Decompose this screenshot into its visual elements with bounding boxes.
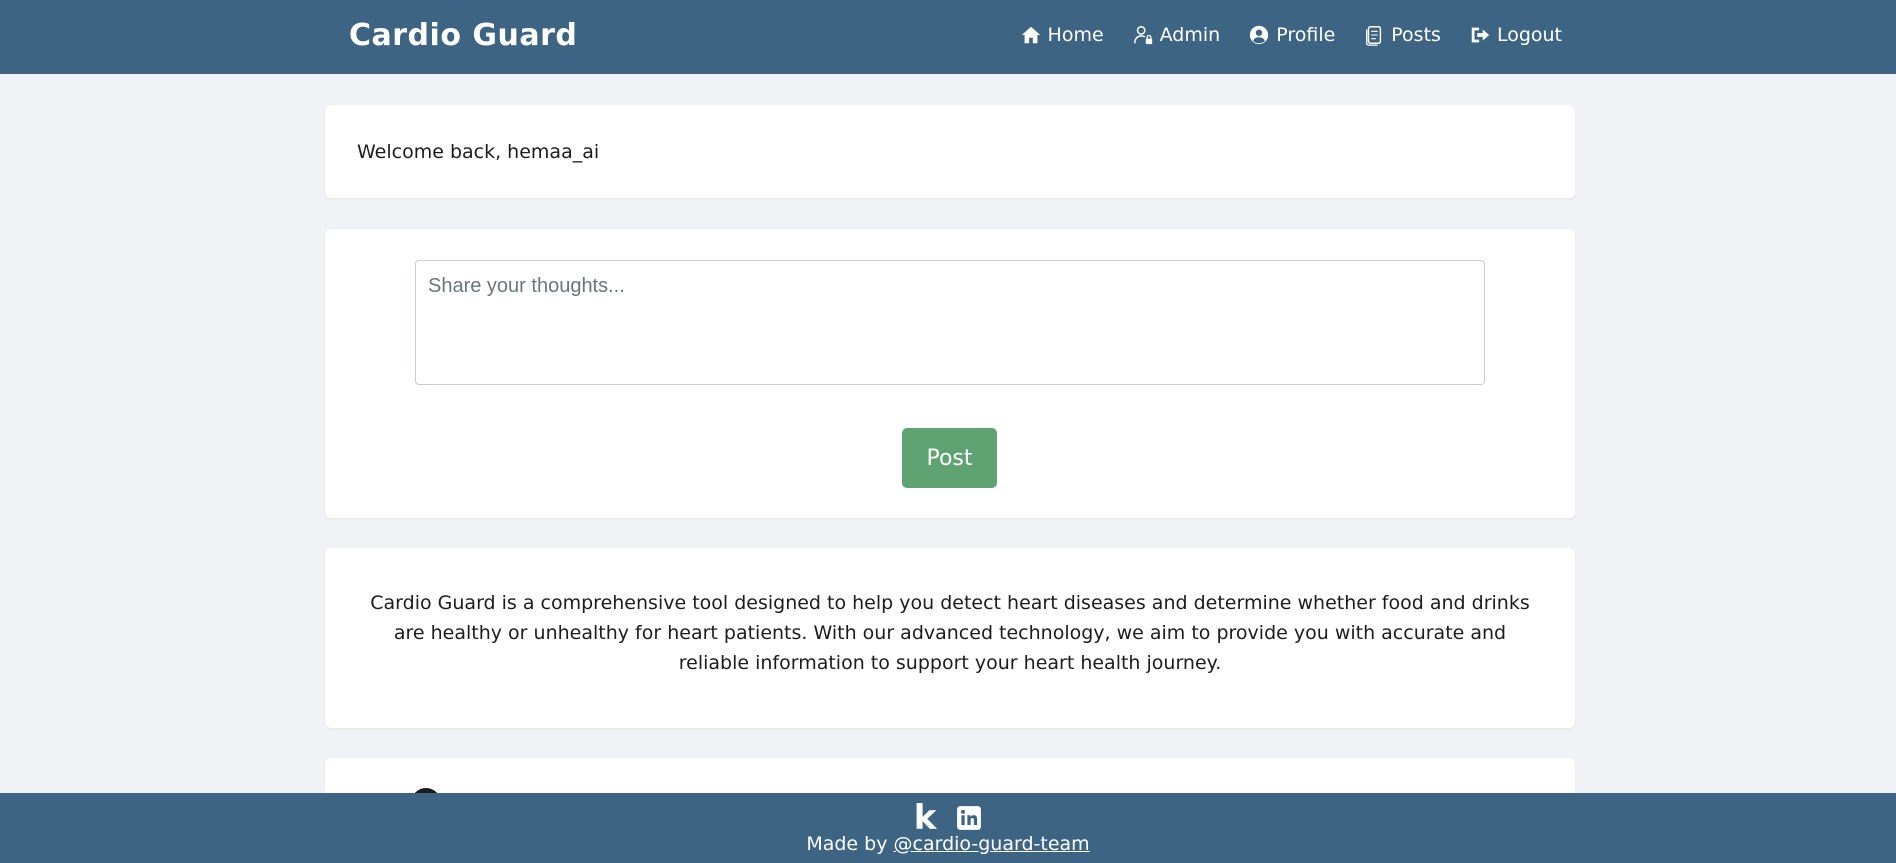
nav-posts[interactable]: Posts (1363, 24, 1441, 46)
post-button[interactable]: Post (902, 428, 997, 488)
nav-home[interactable]: Home (1020, 24, 1104, 46)
nav-admin[interactable]: Admin (1132, 24, 1221, 46)
linkedin-icon[interactable] (956, 805, 982, 831)
footer-credit: Made by @cardio-guard-team (0, 833, 1896, 855)
nav-logout-label: Logout (1496, 24, 1562, 46)
kaggle-icon[interactable]: k (914, 799, 937, 837)
nav-profile-label: Profile (1276, 24, 1336, 46)
footer-credit-link[interactable]: @cardio-guard-team (894, 833, 1090, 855)
welcome-card: Welcome back, hemaa_ai (325, 105, 1575, 198)
admin-user-lock-icon (1133, 26, 1152, 45)
nav-admin-label: Admin (1159, 24, 1221, 46)
clipboard-icon (1366, 26, 1382, 46)
nav-profile[interactable]: Profile (1248, 24, 1335, 46)
footer-credit-prefix: Made by (806, 833, 894, 855)
nav-posts-label: Posts (1391, 24, 1441, 46)
post-input[interactable] (415, 260, 1485, 385)
post-composer-card: Post (325, 229, 1575, 518)
sign-out-icon (1471, 27, 1490, 43)
user-circle-icon (1250, 25, 1269, 45)
navbar: Cardio Guard Home Admin Profile Posts Lo… (0, 0, 1896, 74)
about-card: Cardio Guard is a comprehensive tool des… (325, 548, 1575, 728)
about-description: Cardio Guard is a comprehensive tool des… (370, 592, 1530, 674)
nav-links: Home Admin Profile Posts Logout (1020, 24, 1562, 46)
nav-logout[interactable]: Logout (1469, 24, 1562, 46)
nav-home-label: Home (1047, 24, 1104, 46)
brand-logo[interactable]: Cardio Guard (349, 18, 577, 53)
footer-social-links: k (0, 799, 1896, 837)
home-icon (1021, 26, 1040, 44)
welcome-message: Welcome back, hemaa_ai (357, 141, 600, 163)
footer: k Made by @cardio-guard-team (0, 793, 1896, 863)
